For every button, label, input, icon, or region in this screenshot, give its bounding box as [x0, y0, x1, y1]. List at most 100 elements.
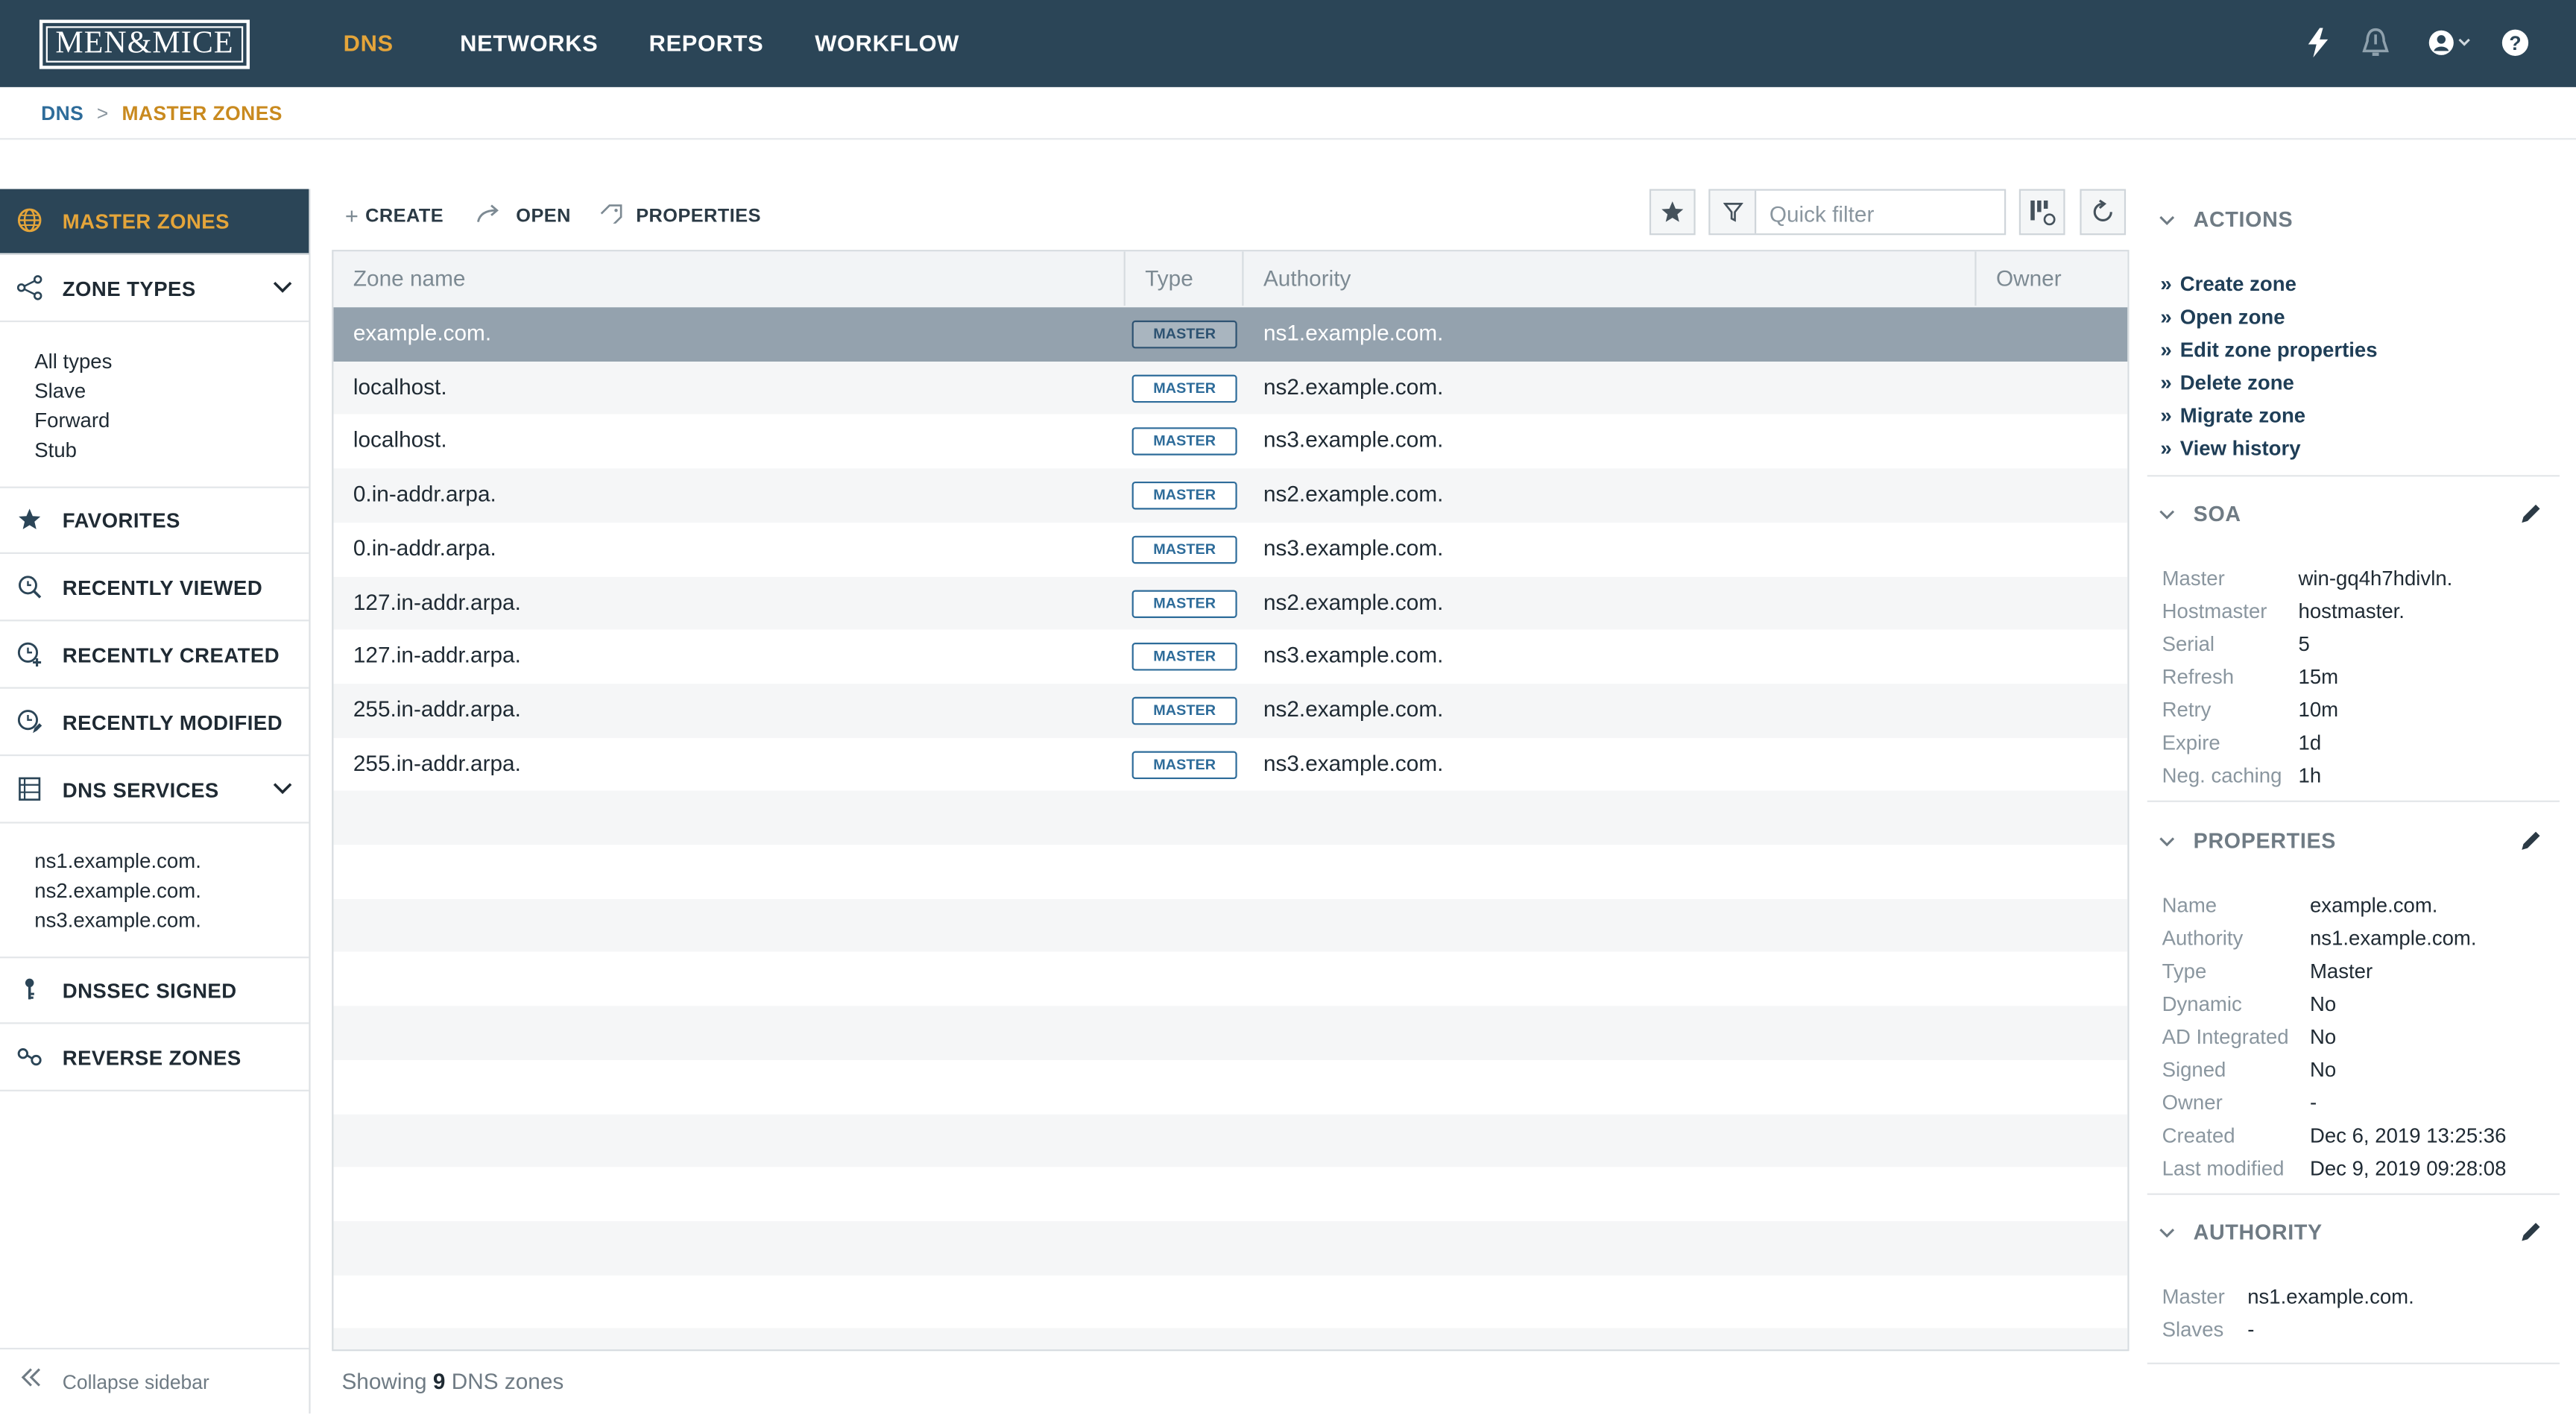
authority-cell: ns3.example.com. [1263, 643, 1444, 668]
sidebar-item-dnssec-signed[interactable]: DNSSEC SIGNED [0, 958, 309, 1024]
type-badge: MASTER [1131, 374, 1237, 403]
nav-workflow[interactable]: WORKFLOW [815, 0, 959, 87]
list-item[interactable]: ns3.example.com. [34, 906, 201, 936]
edit-authority-pencil-icon[interactable] [2520, 1220, 2543, 1243]
refresh-button[interactable] [2080, 189, 2127, 236]
sidebar-item-recently-viewed[interactable]: RECENTLY VIEWED [0, 555, 309, 622]
action-label: View history [2179, 437, 2301, 461]
chevron-down-icon[interactable] [273, 276, 292, 299]
empty-row [333, 1060, 2127, 1114]
zone-name-cell: localhost. [353, 428, 447, 453]
app-root: MEN&MICE DNS NETWORKS REPORTS WORKFLOW ?… [0, 0, 2576, 1414]
bell-icon[interactable] [2359, 28, 2392, 60]
soa-header[interactable]: SOA [2159, 501, 2241, 526]
list-item[interactable]: All types [34, 347, 112, 376]
zone-name-cell: 255.in-addr.arpa. [353, 750, 521, 775]
double-chevron-right-icon: » [2160, 272, 2172, 296]
table-row[interactable]: 255.in-addr.arpa. MASTER ns3.example.com. [333, 737, 2127, 791]
action-label: Edit zone properties [2179, 338, 2378, 362]
nav-networks[interactable]: NETWORKS [460, 0, 598, 87]
table-row[interactable]: 127.in-addr.arpa. MASTER ns3.example.com. [333, 630, 2127, 684]
list-item[interactable]: Slave [34, 376, 112, 406]
action-link[interactable]: » Migrate zone [2160, 404, 2305, 427]
collapse-sidebar-button[interactable]: Collapse sidebar [0, 1347, 309, 1415]
create-button[interactable]: + CREATE [345, 202, 443, 228]
share-nodes-icon [16, 274, 42, 300]
sidebar: MASTER ZONES ZONE TYPES All types Slave … [0, 189, 311, 1414]
favorite-star-button[interactable] [1649, 189, 1696, 236]
action-link[interactable]: » Create zone [2160, 273, 2296, 296]
field-row: Master ns1.example.com. [2162, 1285, 2557, 1315]
field-row: Signed No [2162, 1059, 2557, 1088]
breadcrumb-dns[interactable]: DNS [41, 102, 83, 125]
zone-name-cell: 127.in-addr.arpa. [353, 643, 521, 668]
column-header-zone-name[interactable]: Zone name [333, 251, 1126, 306]
nav-dns[interactable]: DNS [344, 0, 394, 87]
divider [0, 138, 2576, 140]
field-row: Serial 5 [2162, 633, 2557, 663]
status-text: Showing 9 DNS zones [341, 1370, 564, 1394]
type-badge: MASTER [1131, 535, 1237, 564]
column-header-type[interactable]: Type [1126, 251, 1244, 306]
field-value: 5 [2298, 632, 2310, 656]
help-icon[interactable]: ? [2498, 28, 2531, 60]
properties-header[interactable]: PROPERTIES [2159, 828, 2336, 853]
user-menu-icon[interactable] [2426, 28, 2475, 60]
authority-cell: ns2.example.com. [1263, 696, 1444, 722]
field-row: Hostmaster hostmaster. [2162, 600, 2557, 630]
clock-edit-icon [16, 708, 42, 734]
field-row: Expire 1d [2162, 731, 2557, 761]
action-link[interactable]: » Edit zone properties [2160, 338, 2377, 362]
field-value: 15m [2298, 665, 2339, 689]
filter-icon[interactable] [1710, 190, 1757, 234]
lightning-icon[interactable] [2302, 28, 2334, 60]
chevron-down-icon[interactable] [273, 778, 292, 801]
nav-reports[interactable]: REPORTS [649, 0, 764, 87]
quick-filter-input[interactable] [1766, 197, 2003, 230]
sidebar-item-label: DNS SERVICES [62, 779, 219, 802]
sidebar-item-recently-modified[interactable]: RECENTLY MODIFIED [0, 690, 309, 757]
sidebar-item-reverse-zones[interactable]: REVERSE ZONES [0, 1026, 309, 1091]
table-row[interactable]: 127.in-addr.arpa. MASTER ns2.example.com. [333, 576, 2128, 630]
authority-header[interactable]: AUTHORITY [2159, 1220, 2323, 1244]
field-key: Name [2162, 894, 2217, 918]
logo[interactable]: MEN&MICE [39, 19, 250, 69]
table-row[interactable]: example.com. MASTER ns1.example.com. [333, 307, 2128, 362]
sidebar-item-zone-types[interactable]: ZONE TYPES [0, 256, 309, 323]
actions-header[interactable]: ACTIONS [2159, 207, 2293, 232]
action-link[interactable]: » Open zone [2160, 306, 2285, 329]
list-item[interactable]: Stub [34, 435, 112, 465]
list-item[interactable]: Forward [34, 406, 112, 436]
edit-soa-pencil-icon[interactable] [2520, 501, 2543, 524]
table-row[interactable]: localhost. MASTER ns2.example.com. [333, 361, 2128, 415]
column-header-owner[interactable]: Owner [1977, 251, 2128, 306]
edit-properties-pencil-icon[interactable] [2520, 828, 2543, 851]
properties-button[interactable]: PROPERTIES [599, 202, 761, 228]
table-row[interactable]: 255.in-addr.arpa. MASTER ns2.example.com. [333, 683, 2128, 737]
zone-name-cell: localhost. [353, 374, 447, 400]
open-button[interactable]: OPEN [476, 202, 571, 228]
list-item[interactable]: ns2.example.com. [34, 876, 201, 906]
sidebar-item-master-zones[interactable]: MASTER ZONES [0, 189, 309, 255]
action-link[interactable]: » Delete zone [2160, 371, 2294, 394]
table-row[interactable]: localhost. MASTER ns3.example.com. [333, 415, 2127, 468]
table-row[interactable]: 0.in-addr.arpa. MASTER ns3.example.com. [333, 523, 2127, 576]
column-settings-button[interactable] [2018, 189, 2065, 236]
field-value: No [2309, 1058, 2337, 1082]
actions-title: ACTIONS [2193, 207, 2294, 232]
empty-row [333, 1275, 2127, 1329]
list-item[interactable]: ns1.example.com. [34, 846, 201, 876]
column-header-authority[interactable]: Authority [1244, 251, 1977, 306]
action-link[interactable]: » View history [2160, 437, 2300, 460]
actions-panel [2147, 189, 2560, 477]
field-value: - [2247, 1318, 2255, 1342]
sidebar-item-dns-services[interactable]: DNS SERVICES [0, 757, 309, 824]
field-value: - [2309, 1091, 2317, 1115]
breadcrumb: DNS > MASTER ZONES [41, 102, 282, 125]
double-chevron-right-icon: » [2160, 338, 2172, 362]
field-row: AD Integrated No [2162, 1026, 2557, 1056]
sidebar-item-recently-created[interactable]: RECENTLY CREATED [0, 623, 309, 689]
sidebar-item-favorites[interactable]: FAVORITES [0, 488, 309, 554]
table-row[interactable]: 0.in-addr.arpa. MASTER ns2.example.com. [333, 468, 2128, 523]
status-count: 9 [432, 1369, 446, 1394]
